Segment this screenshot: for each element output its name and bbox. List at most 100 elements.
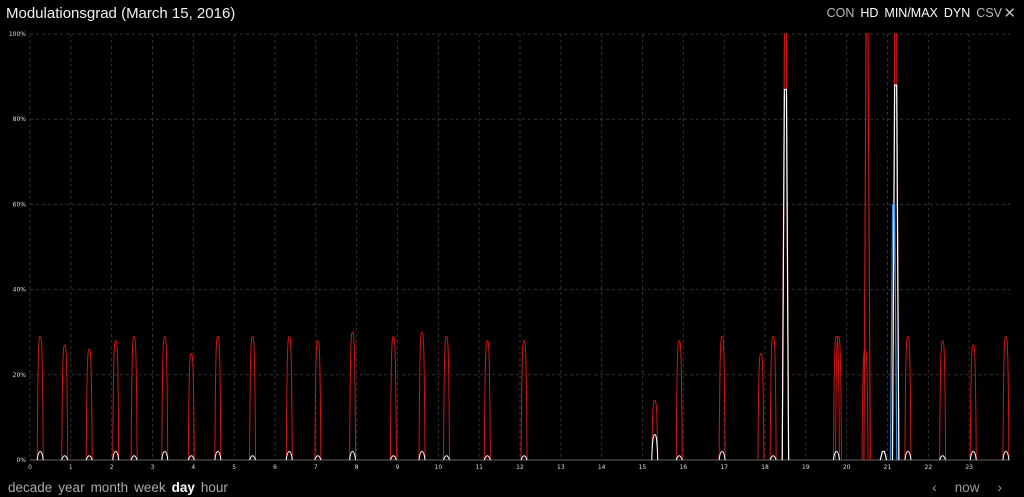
max-peak bbox=[651, 399, 659, 461]
max-peak bbox=[349, 331, 357, 461]
value-peak bbox=[832, 450, 840, 461]
max-peak bbox=[214, 335, 222, 461]
chart-plot-area: 0%20%40%60%80%100% 0 1 2 3 4 5 6 7 8 9 10 11 12 13 14 1… bbox=[9, 31, 1010, 471]
x-tick-label: 20 bbox=[843, 464, 851, 471]
value-peak bbox=[214, 450, 222, 461]
option-minmax[interactable]: MIN/MAX bbox=[884, 6, 937, 20]
range-decade[interactable]: decade bbox=[8, 480, 52, 495]
series-max bbox=[36, 33, 1010, 461]
max-peak bbox=[85, 348, 93, 461]
max-peak bbox=[285, 335, 293, 461]
range-day[interactable]: day bbox=[172, 480, 195, 495]
max-peak bbox=[130, 335, 138, 461]
option-hd[interactable]: HD bbox=[860, 6, 878, 20]
max-peak bbox=[1002, 335, 1010, 461]
value-spike bbox=[879, 450, 888, 461]
max-peak bbox=[36, 335, 44, 461]
max-peak bbox=[757, 352, 765, 461]
max-peak bbox=[483, 340, 491, 461]
value-peak bbox=[483, 455, 491, 461]
option-dyn[interactable]: DYN bbox=[944, 6, 970, 20]
x-tick-label: 22 bbox=[925, 464, 933, 471]
max-peak bbox=[161, 335, 169, 461]
value-peak bbox=[1002, 450, 1010, 461]
x-tick-label: 21 bbox=[884, 464, 892, 471]
time-navigation: ‹ now › bbox=[932, 480, 1002, 495]
y-tick-label: 80% bbox=[13, 116, 27, 123]
x-tick-label: 5 bbox=[232, 464, 236, 471]
y-axis-ticks: 0% 20% 40% 60% 80% 100% bbox=[9, 31, 26, 464]
max-peak bbox=[675, 340, 683, 461]
x-tick-label: 2 bbox=[110, 464, 114, 471]
max-peak bbox=[112, 340, 120, 461]
x-tick-label: 18 bbox=[761, 464, 769, 471]
x-tick-label: 1 bbox=[69, 464, 73, 471]
value-peak bbox=[85, 455, 93, 461]
x-tick-label: 7 bbox=[314, 464, 318, 471]
y-tick-label: 60% bbox=[13, 201, 27, 208]
max-peak bbox=[969, 344, 977, 461]
max-peak bbox=[520, 340, 528, 461]
value-peak bbox=[904, 450, 912, 461]
range-hour[interactable]: hour bbox=[201, 480, 228, 495]
value-peak bbox=[443, 455, 450, 461]
x-tick-label: 3 bbox=[151, 464, 155, 471]
value-peak bbox=[285, 450, 293, 461]
max-peak bbox=[718, 335, 726, 461]
value-peak bbox=[769, 455, 777, 461]
x-tick-label: 11 bbox=[475, 464, 483, 471]
range-week[interactable]: week bbox=[134, 480, 166, 495]
value-peak bbox=[249, 455, 257, 461]
chart-title: Modulationsgrad (March 15, 2016) bbox=[6, 5, 236, 22]
max-peak bbox=[418, 331, 426, 461]
value-peak bbox=[520, 455, 528, 461]
series-value bbox=[36, 84, 1010, 461]
now-button[interactable]: now bbox=[955, 480, 980, 495]
time-range-selector: decade year month week day hour bbox=[8, 480, 228, 495]
value-spike bbox=[781, 88, 790, 461]
max-peak bbox=[389, 335, 397, 461]
x-tick-label: 6 bbox=[273, 464, 277, 471]
max-peak bbox=[861, 348, 869, 461]
y-tick-label: 0% bbox=[16, 457, 26, 464]
x-tick-label: 8 bbox=[355, 464, 359, 471]
x-tick-label: 16 bbox=[680, 464, 688, 471]
option-csv[interactable]: CSV bbox=[976, 6, 1002, 20]
max-peak bbox=[904, 335, 912, 461]
x-tick-label: 17 bbox=[720, 464, 728, 471]
y-tick-label: 40% bbox=[13, 287, 27, 294]
x-tick-label: 12 bbox=[516, 464, 524, 471]
close-icon[interactable]: ✕ bbox=[1003, 4, 1016, 22]
x-tick-label: 15 bbox=[639, 464, 647, 471]
value-peak bbox=[389, 455, 397, 461]
value-peak bbox=[130, 455, 138, 461]
max-peak bbox=[939, 340, 947, 461]
max-peak bbox=[443, 335, 450, 461]
x-tick-label: 14 bbox=[598, 464, 606, 471]
next-icon[interactable]: › bbox=[998, 480, 1003, 495]
max-peak bbox=[249, 335, 257, 461]
max-peak bbox=[769, 335, 777, 461]
x-tick-label: 9 bbox=[396, 464, 400, 471]
range-year[interactable]: year bbox=[58, 480, 84, 495]
value-peak bbox=[349, 450, 357, 461]
x-tick-label: 10 bbox=[435, 464, 443, 471]
prev-icon[interactable]: ‹ bbox=[932, 480, 937, 495]
value-peak bbox=[161, 450, 169, 461]
y-tick-label: 20% bbox=[13, 372, 27, 379]
max-peak bbox=[61, 344, 69, 461]
y-tick-label: 100% bbox=[9, 31, 26, 38]
x-tick-label: 0 bbox=[28, 464, 32, 471]
x-tick-label: 4 bbox=[191, 464, 195, 471]
value-peak bbox=[718, 450, 726, 461]
value-peak bbox=[36, 450, 44, 461]
x-tick-label: 19 bbox=[802, 464, 810, 471]
chart-options: CON HD MIN/MAX DYN CSV bbox=[827, 6, 1002, 20]
range-month[interactable]: month bbox=[91, 480, 129, 495]
x-tick-label: 23 bbox=[965, 464, 973, 471]
option-con[interactable]: CON bbox=[827, 6, 855, 20]
value-peak bbox=[969, 450, 977, 461]
value-peak bbox=[651, 433, 659, 461]
value-peak bbox=[675, 455, 683, 461]
x-tick-label: 13 bbox=[557, 464, 565, 471]
